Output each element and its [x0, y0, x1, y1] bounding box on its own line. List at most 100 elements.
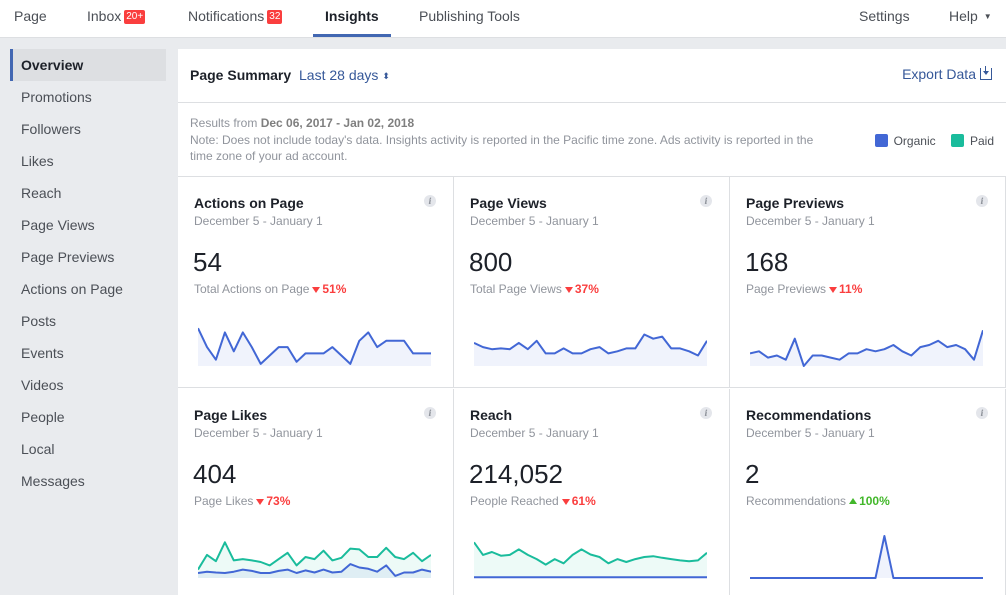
metric-label-text: Total Actions on Page: [194, 282, 310, 296]
triangle-down-icon: [564, 287, 573, 293]
card-date-range: December 5 - January 1: [194, 426, 323, 440]
change-percent: 73%: [266, 494, 291, 508]
triangle-down-icon: [256, 499, 265, 505]
metric-card-page-likes[interactable]: Page Likes i December 5 - January 1 404 …: [178, 389, 454, 595]
organic-series-area: [198, 328, 431, 366]
card-date-range: December 5 - January 1: [470, 214, 599, 228]
sidebar-item-messages[interactable]: Messages: [10, 465, 166, 497]
legend-label: Organic: [893, 134, 936, 148]
sidebar-item-overview[interactable]: Overview: [10, 49, 166, 81]
sidebar-item-promotions[interactable]: Promotions: [10, 81, 166, 113]
metric-card-reach[interactable]: Reach i December 5 - January 1 214,052 P…: [454, 389, 730, 595]
date-range-selector[interactable]: Last 28 days ⬍: [299, 67, 390, 83]
triangle-down-icon: [561, 499, 570, 505]
results-date-range: Dec 06, 2017 - Jan 02, 2018: [260, 116, 415, 130]
card-title: Reach: [470, 407, 513, 423]
sidebar-item-likes[interactable]: Likes: [10, 145, 166, 177]
nav-tab-label: Inbox: [87, 8, 122, 24]
card-value: 800: [469, 247, 513, 277]
info-icon[interactable]: i: [424, 195, 436, 207]
metric-card-page-previews[interactable]: Page Previews i December 5 - January 1 1…: [730, 177, 1006, 388]
card-date-range: December 5 - January 1: [746, 214, 875, 228]
card-metric-label: Page Likes 73%: [194, 494, 290, 508]
card-metric-label: Page Previews 11%: [746, 282, 862, 296]
top-navigation: Page Inbox 20+ Notifications 32 Insights P…: [0, 0, 1006, 38]
card-metric-label: Recommendations 100%: [746, 494, 890, 508]
change-indicator: 51%: [312, 282, 346, 296]
export-data-button[interactable]: Export Data: [902, 66, 992, 82]
card-title: Recommendations: [746, 407, 872, 423]
help-menu-button[interactable]: Help ▼: [949, 0, 992, 38]
sidebar-item-page-views[interactable]: Page Views: [10, 209, 166, 241]
summary-header: Page Summary Last 28 days ⬍ Export Data: [178, 49, 1006, 103]
info-icon[interactable]: i: [700, 195, 712, 207]
card-value: 2: [745, 459, 760, 489]
sidebar-item-people[interactable]: People: [10, 401, 166, 433]
card-title: Page Likes: [194, 407, 268, 423]
sidebar-item-local[interactable]: Local: [10, 433, 166, 465]
card-value: 214,052: [469, 459, 563, 489]
triangle-up-icon: [849, 498, 858, 504]
card-value: 168: [745, 247, 789, 277]
change-indicator: 11%: [829, 282, 862, 296]
organic-series-area: [750, 536, 983, 578]
sidebar-item-posts[interactable]: Posts: [10, 305, 166, 337]
change-indicator: 100%: [849, 494, 890, 508]
info-icon[interactable]: i: [700, 407, 712, 419]
organic-series-line: [750, 535, 983, 579]
date-range-label: Last 28 days: [299, 67, 379, 83]
card-title: Actions on Page: [194, 195, 304, 211]
nav-tab-page[interactable]: Page: [14, 0, 47, 38]
info-icon[interactable]: i: [976, 407, 988, 419]
change-percent: 61%: [571, 494, 596, 508]
sidebar-item-videos[interactable]: Videos: [10, 369, 166, 401]
notifications-count-badge: 32: [267, 10, 283, 24]
change-percent: 11%: [839, 282, 863, 296]
sidebar-item-reach[interactable]: Reach: [10, 177, 166, 209]
help-label: Help: [949, 8, 978, 24]
sparkline-chart: [198, 327, 431, 366]
change-percent: 37%: [574, 282, 599, 296]
nav-tab-inbox[interactable]: Inbox 20+: [87, 0, 146, 38]
triangle-down-icon: [829, 287, 838, 293]
settings-label: Settings: [859, 8, 910, 24]
info-icon[interactable]: i: [424, 407, 436, 419]
page-summary-panel: Page Summary Last 28 days ⬍ Export Data R…: [178, 49, 1006, 595]
metric-card-recommendations[interactable]: Recommendations i December 5 - January 1…: [730, 389, 1006, 595]
nav-tab-label: Publishing Tools: [419, 8, 520, 24]
card-title: Page Views: [470, 195, 547, 211]
organic-swatch-icon: [874, 134, 888, 147]
nav-tab-notifications[interactable]: Notifications 32: [188, 0, 283, 38]
card-value: 54: [193, 247, 222, 277]
metric-card-actions-on-page[interactable]: Actions on Page i December 5 - January 1…: [178, 177, 454, 388]
card-metric-label: People Reached 61%: [470, 494, 596, 508]
change-indicator: 61%: [561, 494, 596, 508]
sparkline-chart: [750, 535, 983, 579]
page-summary-title: Page Summary: [190, 67, 292, 83]
export-data-label: Export Data: [902, 66, 976, 82]
chart-legend: Organic Paid: [863, 134, 994, 148]
nav-tab-insights[interactable]: Insights: [313, 0, 391, 38]
sidebar-item-actions-on-page[interactable]: Actions on Page: [10, 273, 166, 305]
sparkline-chart: [198, 541, 431, 578]
nav-tab-publishing-tools[interactable]: Publishing Tools: [419, 0, 520, 38]
inbox-count-badge: 20+: [124, 10, 146, 24]
sidebar-item-events[interactable]: Events: [10, 337, 166, 369]
download-icon: [980, 66, 992, 80]
card-metric-label: Total Page Views 37%: [470, 282, 599, 296]
sparkline-chart: [474, 333, 707, 366]
change-indicator: 73%: [256, 494, 290, 508]
card-title: Page Previews: [746, 195, 845, 211]
organic-series-area: [750, 330, 983, 366]
legend-item-organic: Organic: [874, 134, 936, 148]
sparkline-chart: [750, 330, 983, 367]
sidebar-item-page-previews[interactable]: Page Previews: [10, 241, 166, 273]
nav-tab-label: Page: [14, 8, 47, 24]
nav-tab-label: Insights: [325, 8, 379, 24]
settings-link[interactable]: Settings: [859, 0, 910, 38]
legend-label: Paid: [969, 134, 994, 148]
metric-card-page-views[interactable]: Page Views i December 5 - January 1 800 …: [454, 177, 730, 388]
sidebar-item-followers[interactable]: Followers: [10, 113, 166, 145]
info-icon[interactable]: i: [976, 195, 988, 207]
caret-down-icon: ▼: [983, 12, 992, 21]
